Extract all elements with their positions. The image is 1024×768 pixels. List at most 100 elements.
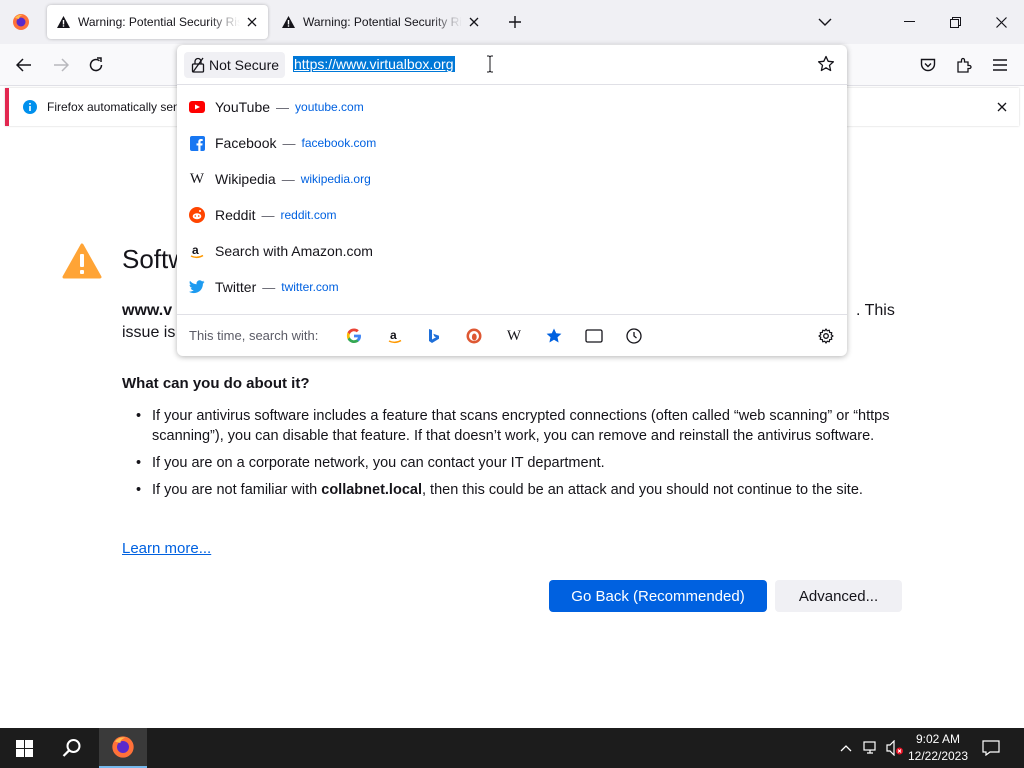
svg-text:a: a xyxy=(192,243,199,257)
close-tab-icon[interactable] xyxy=(462,10,486,34)
wikipedia-icon: W xyxy=(189,170,205,187)
close-tab-icon[interactable] xyxy=(240,10,264,34)
suggestion-name: Facebook xyxy=(215,135,277,151)
firefox-icon xyxy=(13,14,29,30)
volume-muted-icon[interactable] xyxy=(886,740,904,756)
google-engine-button[interactable] xyxy=(344,326,364,346)
new-tab-button[interactable] xyxy=(503,10,527,34)
go-back-button[interactable]: Go Back (Recommended) xyxy=(549,580,767,612)
start-button[interactable] xyxy=(0,728,48,768)
advice-list: If your antivirus software includes a fe… xyxy=(134,406,894,507)
twitter-icon xyxy=(189,279,205,295)
bullet-text: If you are not familiar with xyxy=(152,482,322,498)
notification-text: Firefox automatically sen xyxy=(47,100,180,114)
text-cursor-icon xyxy=(487,55,493,73)
advanced-button[interactable]: Advanced... xyxy=(775,580,902,612)
hamburger-menu-icon xyxy=(993,59,1007,71)
close-icon xyxy=(995,16,1007,28)
suggestion-twitter[interactable]: Twitter — twitter.com xyxy=(177,269,847,305)
search-with-label: This time, search with: xyxy=(189,328,319,343)
bing-engine-button[interactable] xyxy=(424,326,444,346)
restore-icon xyxy=(949,16,961,28)
plus-icon xyxy=(509,16,521,28)
clock-date[interactable]: 12/22/2023 xyxy=(906,749,970,763)
minimize-button[interactable] xyxy=(893,8,925,36)
list-item: If you are on a corporate network, you c… xyxy=(134,453,894,473)
suggestion-facebook[interactable]: Facebook — facebook.com xyxy=(177,125,847,161)
suggestion-domain: youtube.com xyxy=(295,100,364,114)
warning-icon xyxy=(282,16,295,28)
maximize-button[interactable] xyxy=(939,8,971,36)
firefox-taskbar-button[interactable] xyxy=(99,728,147,768)
url-input[interactable]: https://www.virtualbox.org xyxy=(293,56,455,72)
search-icon xyxy=(62,739,81,757)
wikipedia-icon: W xyxy=(506,327,522,344)
pocket-icon xyxy=(920,58,936,71)
forward-button[interactable] xyxy=(47,51,75,79)
facebook-icon xyxy=(189,135,205,151)
learn-more-link[interactable]: Learn more... xyxy=(122,540,211,557)
site-name: www.v xyxy=(122,302,173,319)
search-settings-button[interactable] xyxy=(816,326,836,346)
close-notification-button[interactable] xyxy=(991,96,1013,118)
duckduckgo-icon xyxy=(466,328,482,344)
firefox-view-button[interactable] xyxy=(4,6,38,38)
warning-icon xyxy=(57,16,70,28)
search-taskbar-button[interactable] xyxy=(48,728,96,768)
suggestion-domain: reddit.com xyxy=(280,208,337,222)
bing-icon xyxy=(429,329,439,343)
arrow-left-icon xyxy=(16,58,31,72)
bookmarks-search-button[interactable] xyxy=(544,326,564,346)
tab-title: Warning: Potential Security Risk Ahead xyxy=(78,15,240,29)
amazon-icon: a xyxy=(388,328,402,344)
close-icon xyxy=(997,102,1007,112)
show-hidden-icons-button[interactable] xyxy=(838,740,854,756)
tab-warning[interactable]: Warning: Potential Security Risk Ahead xyxy=(272,5,490,39)
tab-icon xyxy=(585,329,603,343)
duckduckgo-engine-button[interactable] xyxy=(464,326,484,346)
clock-time[interactable]: 9:02 AM xyxy=(908,732,968,746)
history-search-button[interactable] xyxy=(624,326,644,346)
chevron-down-icon xyxy=(818,18,832,26)
not-secure-indicator[interactable]: Not Secure xyxy=(184,52,285,78)
urlbar[interactable]: Not Secure https://www.virtualbox.org xyxy=(177,45,847,85)
minimize-icon xyxy=(903,21,915,22)
amazon-engine-button[interactable]: a xyxy=(385,326,405,346)
suggestion-domain: twitter.com xyxy=(281,280,339,294)
suggestion-name: Twitter xyxy=(215,279,257,295)
close-window-button[interactable] xyxy=(985,8,1017,36)
amazon-icon: a xyxy=(189,243,205,259)
suggestion-name: Wikipedia xyxy=(215,171,276,187)
tabs-search-button[interactable] xyxy=(584,326,604,346)
reload-button[interactable] xyxy=(82,51,110,79)
extensions-button[interactable] xyxy=(950,51,978,79)
one-off-search-bar: This time, search with: a W xyxy=(177,314,847,356)
list-item: If you are not familiar with collabnet.l… xyxy=(134,480,894,500)
notification-icon xyxy=(982,740,1000,756)
suggestion-name: Search with Amazon.com xyxy=(215,243,373,259)
urlbar-dropdown: Not Secure https://www.virtualbox.org Yo… xyxy=(177,45,847,356)
suggestion-wikipedia[interactable]: W Wikipedia — wikipedia.org xyxy=(177,161,847,197)
reddit-icon xyxy=(189,207,205,223)
back-button[interactable] xyxy=(10,51,38,79)
list-all-tabs-button[interactable] xyxy=(813,10,837,34)
list-item: If your antivirus software includes a fe… xyxy=(134,406,894,446)
windows-taskbar: 9:02 AM 12/22/2023 xyxy=(0,728,1024,768)
action-center-button[interactable] xyxy=(978,736,1004,760)
reload-icon xyxy=(89,57,103,72)
tab-bar: Warning: Potential Security Risk Ahead W… xyxy=(0,0,1024,44)
suggestion-reddit[interactable]: Reddit — reddit.com xyxy=(177,197,847,233)
tab-warning-active[interactable]: Warning: Potential Security Risk Ahead xyxy=(47,5,268,39)
arrow-right-icon xyxy=(54,58,69,72)
suggestion-amazon-search[interactable]: a Search with Amazon.com xyxy=(177,233,847,269)
youtube-icon xyxy=(189,99,205,115)
bookmark-star-icon[interactable] xyxy=(817,55,835,73)
gear-icon xyxy=(818,328,834,344)
wikipedia-engine-button[interactable]: W xyxy=(504,326,524,346)
save-to-pocket-button[interactable] xyxy=(914,51,942,79)
domain-name: collabnet.local xyxy=(321,482,422,498)
windows-logo-icon xyxy=(15,739,33,757)
suggestion-youtube[interactable]: YouTube — youtube.com xyxy=(177,89,847,125)
app-menu-button[interactable] xyxy=(986,51,1014,79)
network-icon[interactable] xyxy=(862,740,880,756)
